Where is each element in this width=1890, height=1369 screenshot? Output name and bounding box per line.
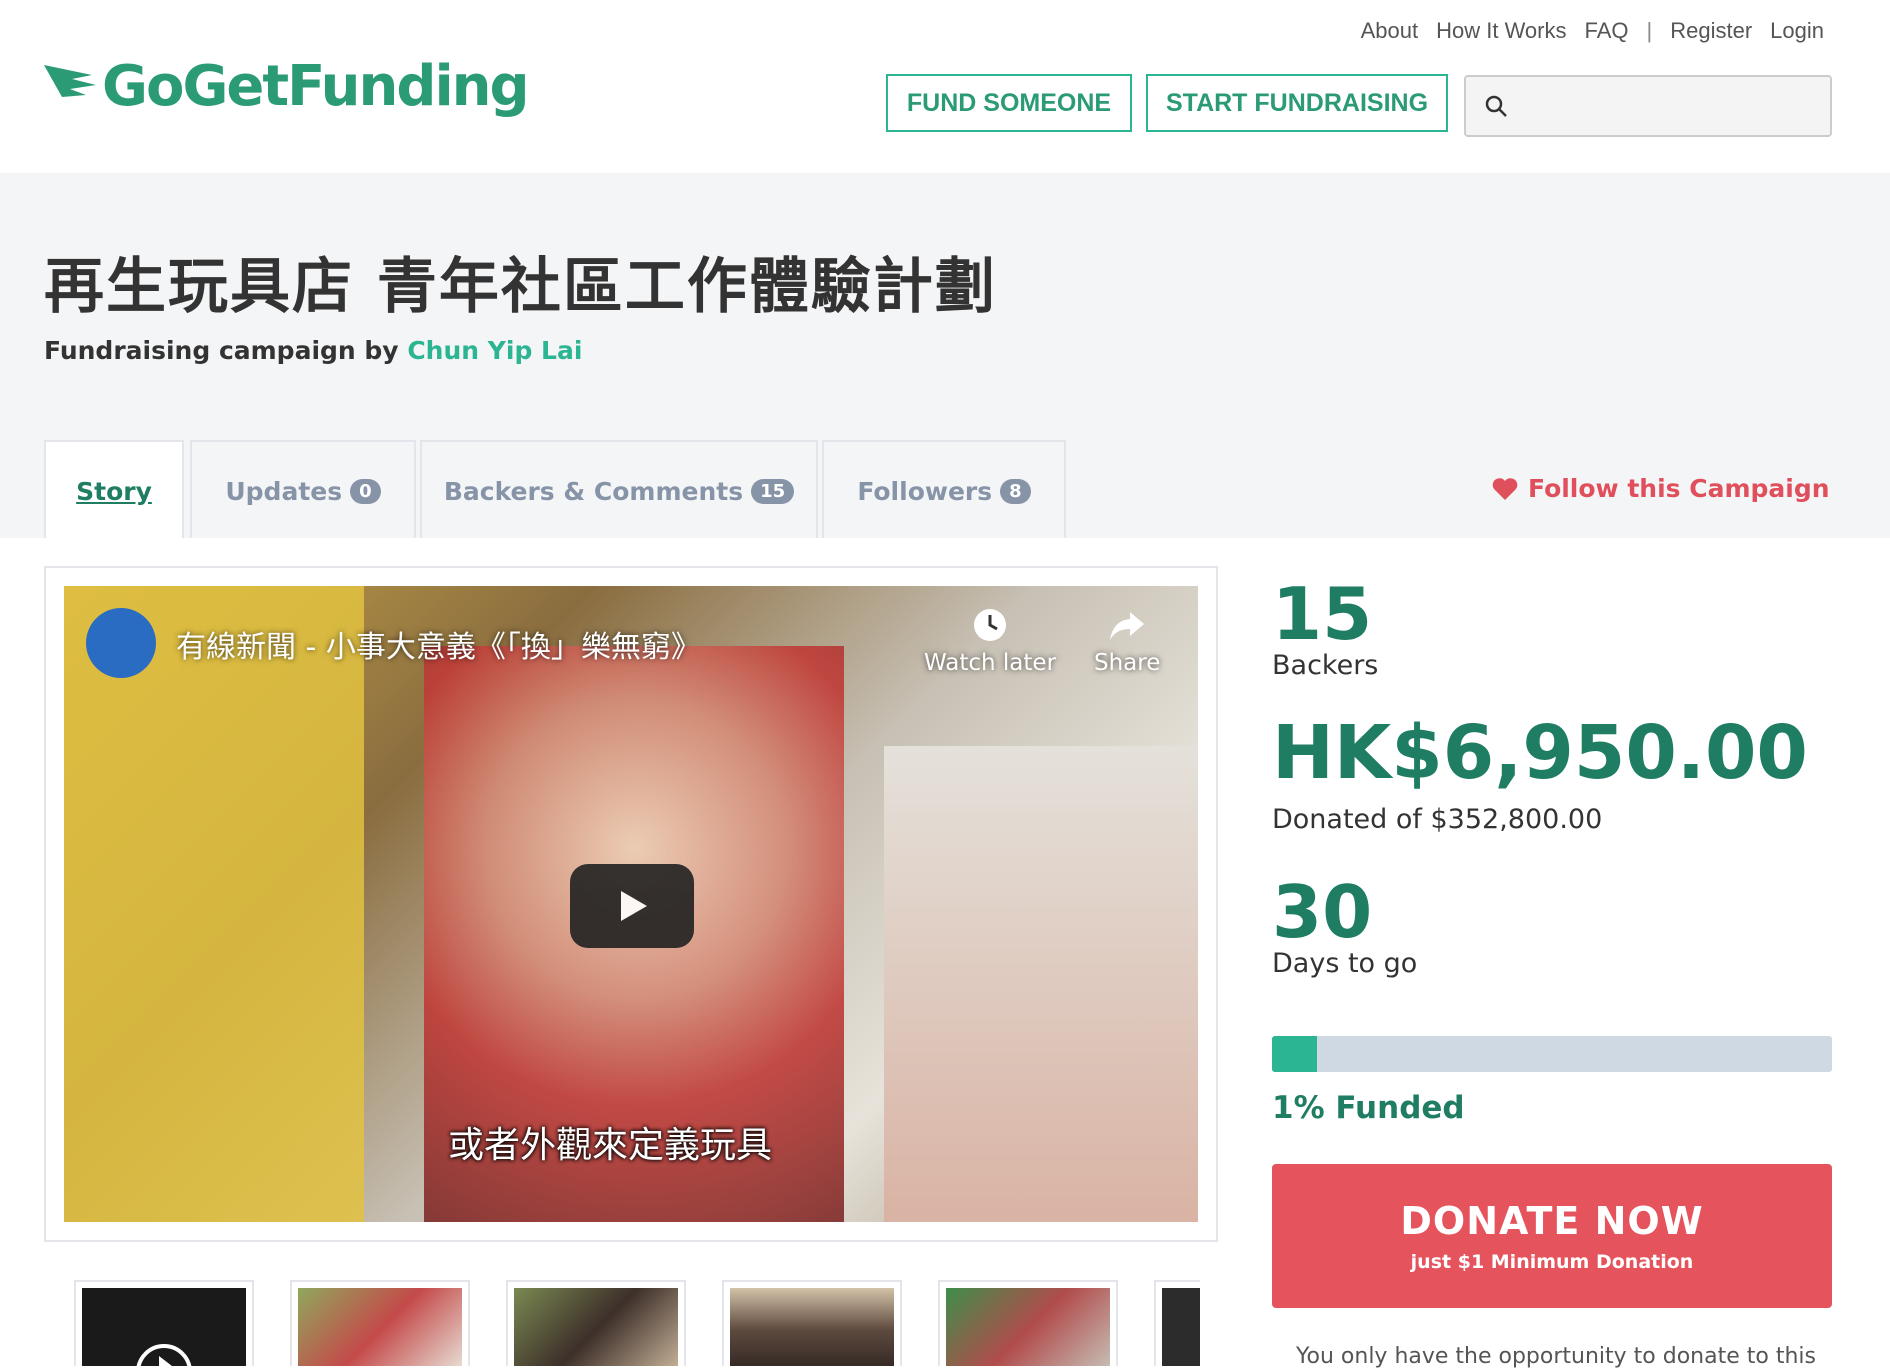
thumbnail-image xyxy=(946,1288,1110,1366)
donation-note: You only have the opportunity to donate … xyxy=(1296,1344,1816,1369)
backers-count: 15 xyxy=(1272,572,1373,656)
thumbnail-photo[interactable] xyxy=(938,1280,1118,1366)
campaign-title: 再生玩具店 青年社區工作體驗計劃 xyxy=(44,252,997,322)
follow-label: Follow this Campaign xyxy=(1528,474,1830,503)
thumbnail-photo[interactable] xyxy=(1154,1280,1200,1366)
days-left: 30 xyxy=(1272,870,1373,954)
thumbnail-image xyxy=(298,1288,462,1366)
video-scene-left xyxy=(64,586,364,1222)
wing-icon xyxy=(44,64,96,97)
video-caption: 或者外觀來定義玩具 xyxy=(448,1125,773,1166)
video-title[interactable]: 有線新聞 - 小事大意義《「換」樂無窮》 xyxy=(176,622,701,666)
thumbnail-image xyxy=(82,1288,246,1366)
share-icon xyxy=(1110,612,1145,640)
donate-sublabel: just $1 Minimum Donation xyxy=(1410,1251,1694,1273)
play-button[interactable] xyxy=(570,864,694,948)
tab-followers[interactable]: Followers 8 xyxy=(822,440,1066,540)
tab-followers-count: 8 xyxy=(1000,478,1031,504)
byline-label: Fundraising campaign by xyxy=(44,336,399,365)
donate-label: DONATE NOW xyxy=(1400,1199,1704,1243)
search-input[interactable] xyxy=(1522,92,1826,120)
owner-link[interactable]: Chun Yip Lai xyxy=(407,336,582,365)
play-circle-icon xyxy=(136,1344,192,1366)
goal-label: Donated of $352,800.00 xyxy=(1272,804,1603,835)
heart-icon xyxy=(1492,477,1518,500)
top-nav: About How It Works FAQ | Register Login xyxy=(1361,18,1824,44)
funding-progress-bar xyxy=(1272,1036,1832,1072)
tab-updates-label: Updates xyxy=(225,476,343,506)
donate-now-button[interactable]: DONATE NOW just $1 Minimum Donation xyxy=(1272,1164,1832,1308)
thumbnail-video[interactable] xyxy=(74,1280,254,1366)
search-box xyxy=(1464,75,1832,137)
play-icon xyxy=(621,891,647,921)
tab-backers-comments[interactable]: Backers & Comments 15 xyxy=(420,440,818,540)
thumbnail-photo[interactable] xyxy=(506,1280,686,1366)
follow-campaign-button[interactable]: Follow this Campaign xyxy=(1492,474,1830,503)
fund-someone-button[interactable]: FUND SOMEONE xyxy=(886,74,1132,132)
thumbnail-photo[interactable] xyxy=(290,1280,470,1366)
channel-avatar[interactable] xyxy=(86,608,156,678)
thumbnail-image xyxy=(730,1288,894,1366)
tab-updates-count: 0 xyxy=(350,478,381,504)
media-thumbnails xyxy=(74,1280,1200,1366)
watch-later-button[interactable]: Watch later xyxy=(924,606,1056,676)
nav-separator: | xyxy=(1646,18,1653,43)
tab-backers-count: 15 xyxy=(751,478,795,504)
logo-text: GoGetFunding xyxy=(102,54,530,119)
thumbnail-photo[interactable] xyxy=(722,1280,902,1366)
amount-raised: HK$6,950.00 xyxy=(1272,710,1808,796)
search-icon xyxy=(1485,95,1507,117)
tab-story-label: Story xyxy=(76,476,152,506)
days-label: Days to go xyxy=(1272,948,1418,979)
thumbnail-image xyxy=(1162,1288,1200,1366)
video-scene-toys xyxy=(884,746,1198,1222)
tab-story[interactable]: Story xyxy=(44,440,184,540)
tab-followers-label: Followers xyxy=(857,476,993,506)
nav-faq-link[interactable]: FAQ xyxy=(1585,18,1629,44)
backers-label: Backers xyxy=(1272,650,1379,681)
funded-percent: 1% Funded xyxy=(1272,1090,1465,1126)
start-fundraising-button[interactable]: START FUNDRAISING xyxy=(1146,74,1448,132)
clock-icon xyxy=(974,609,1007,641)
site-header: GoGetFunding About How It Works FAQ | Re… xyxy=(0,0,1890,173)
nav-how-it-works-link[interactable]: How It Works xyxy=(1436,18,1566,44)
thumbnail-image xyxy=(514,1288,678,1366)
share-label: Share xyxy=(1094,650,1161,676)
tab-updates[interactable]: Updates 0 xyxy=(190,440,416,540)
video-player[interactable]: 有線新聞 - 小事大意義《「換」樂無窮》 Watch later Share 或… xyxy=(64,586,1198,1222)
share-button[interactable]: Share xyxy=(1094,606,1160,676)
funding-progress-fill xyxy=(1272,1036,1317,1072)
watch-later-label: Watch later xyxy=(924,650,1057,676)
nav-about-link[interactable]: About xyxy=(1361,18,1419,44)
campaign-byline: Fundraising campaign by Chun Yip Lai xyxy=(44,336,582,365)
nav-login-link[interactable]: Login xyxy=(1770,18,1824,44)
logo[interactable]: GoGetFunding xyxy=(42,54,530,119)
nav-register-link[interactable]: Register xyxy=(1670,18,1752,44)
tab-backers-label: Backers & Comments xyxy=(443,476,744,506)
